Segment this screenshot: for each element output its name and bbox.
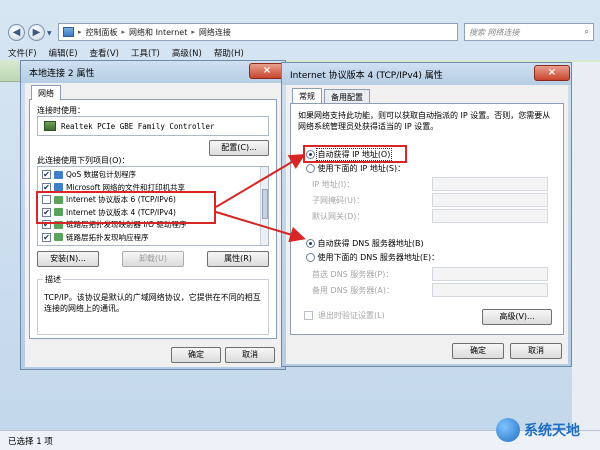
tab-general[interactable]: 常规 [292, 88, 322, 103]
arrow-to-auto-dns [215, 211, 306, 243]
arrow-to-auto-ip [215, 153, 306, 208]
tab-networking[interactable]: 网络 [31, 85, 61, 100]
annotation-arrows [215, 153, 306, 243]
